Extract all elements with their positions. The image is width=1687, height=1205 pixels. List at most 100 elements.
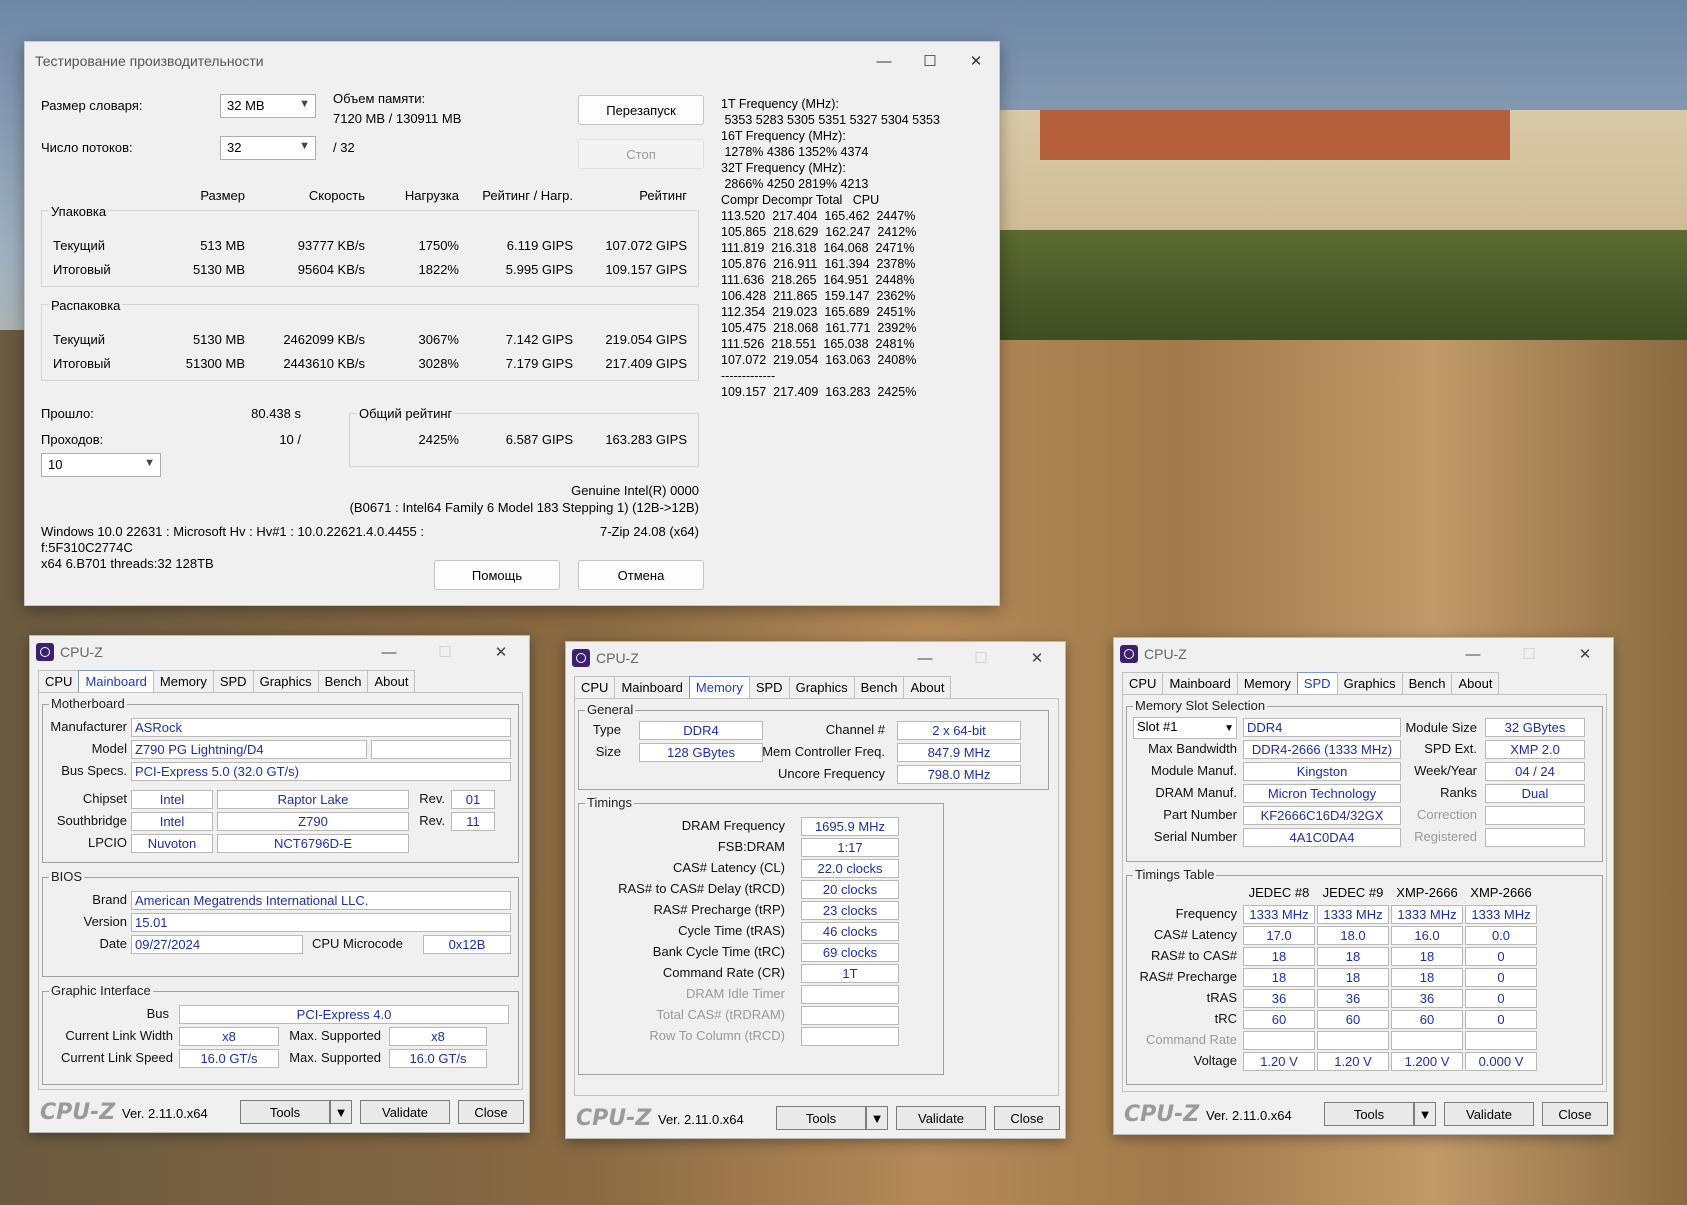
close-button[interactable]: Close [458, 1100, 524, 1124]
close-icon[interactable]: ✕ [953, 42, 999, 80]
tab-memory[interactable]: Memory [152, 670, 214, 692]
pack-row-label: Текущий [53, 238, 105, 253]
timing-cell [1465, 1031, 1537, 1050]
timing-row-label: RAS# to CAS# [1151, 948, 1237, 963]
close-button[interactable]: Close [994, 1106, 1060, 1130]
tab-spd[interactable]: SPD [1296, 672, 1338, 694]
timing-label: Bank Cycle Time (tRC) [652, 944, 785, 959]
maximize-icon[interactable]: ☐ [907, 42, 953, 80]
tab-memory[interactable]: Memory [688, 676, 750, 698]
col-header-load: Нагрузка [404, 188, 459, 203]
tab-mainboard[interactable]: Mainboard [614, 676, 690, 698]
close-icon[interactable]: ✕ [1557, 645, 1613, 663]
slot-select[interactable]: Slot #1 ▼ [1133, 717, 1237, 739]
minimize-icon[interactable]: — [1445, 646, 1501, 663]
close-icon[interactable]: ✕ [1009, 649, 1065, 667]
stop-button[interactable]: Стоп [578, 139, 704, 169]
maximize-icon[interactable]: ☐ [953, 649, 1009, 667]
timing-cell: 60 [1243, 1010, 1315, 1029]
threads-value: 32 [227, 140, 242, 155]
elapsed-value: 80.438 s [251, 406, 301, 421]
timing-label: FSB:DRAM [717, 839, 785, 854]
unpack-row-label: Текущий [53, 332, 105, 347]
tab-about[interactable]: About [903, 676, 952, 698]
tools-button[interactable]: Tools [776, 1106, 866, 1130]
group-title: Timings Table [1133, 867, 1217, 882]
tab-graphics[interactable]: Graphics [1336, 672, 1403, 694]
validate-button[interactable]: Validate [896, 1106, 986, 1130]
chevron-down-icon: ▼ [1224, 723, 1234, 734]
maximize-icon[interactable]: ☐ [1501, 645, 1557, 663]
tab-mainboard[interactable]: Mainboard [1162, 672, 1238, 694]
minimize-icon[interactable]: — [361, 644, 417, 661]
tab-cpu[interactable]: CPU [574, 676, 616, 698]
minimize-icon[interactable]: — [861, 42, 907, 80]
col-header-size: Размер [200, 188, 245, 203]
tab-bench[interactable]: Bench [1401, 672, 1453, 694]
timing-cell: 36 [1391, 989, 1463, 1008]
pack-row-rating: 109.157 GIPS [605, 262, 687, 277]
timing-cell: 0 [1465, 968, 1537, 987]
timing-column-header: XMP-2666 [1396, 885, 1458, 900]
tab-bench[interactable]: Bench [853, 676, 905, 698]
passes-label: Проходов: [41, 432, 104, 447]
help-button[interactable]: Помощь [434, 560, 560, 590]
unpack-row-speed: 2462099 KB/s [283, 332, 365, 347]
tab-mainboard[interactable]: Mainboard [78, 670, 154, 692]
unpack-row-speed: 2443610 KB/s [283, 356, 365, 371]
part-number-value: KF2666C16D4/32GX [1243, 806, 1401, 825]
bios-version-label: Version [83, 914, 127, 929]
tools-button[interactable]: Tools [1324, 1102, 1414, 1126]
tab-memory[interactable]: Memory [1236, 672, 1298, 694]
max-bandwidth-value: DDR4-2666 (1333 MHz) [1243, 740, 1401, 759]
tab-bar: CPU Mainboard Memory SPD Graphics Bench About [1122, 672, 1500, 694]
tab-spd[interactable]: SPD [212, 670, 254, 692]
part-number-label: Part Number [1163, 807, 1237, 822]
passes-select[interactable]: 10 ▼ [41, 453, 161, 477]
minimize-icon[interactable]: — [897, 650, 953, 667]
tab-bench[interactable]: Bench [317, 670, 369, 692]
restart-button[interactable]: Перезапуск [578, 95, 704, 125]
cpuz-spd-window: CPU-Z — ☐ ✕ CPU Mainboard Memory SPD Graphics Be… [1113, 637, 1614, 1135]
log-line: 111.636 218.265 164.951 2448% [721, 273, 915, 287]
timing-cell: 60 [1391, 1010, 1463, 1029]
close-button[interactable]: Close [1542, 1102, 1608, 1126]
current-link-speed-value: 16.0 GT/s [179, 1049, 279, 1068]
timing-label: DRAM Idle Timer [686, 986, 785, 1001]
tools-dropdown-icon[interactable]: ▼ [330, 1100, 352, 1124]
tab-cpu[interactable]: CPU [1122, 672, 1164, 694]
tab-about[interactable]: About [367, 670, 416, 692]
registered-value [1485, 828, 1585, 847]
tab-graphics[interactable]: Graphics [788, 676, 855, 698]
log-line: 111.819 216.318 164.068 2471% [721, 241, 915, 255]
tab-about[interactable]: About [1451, 672, 1500, 694]
total-rating: 163.283 GIPS [605, 432, 687, 447]
tab-spd[interactable]: SPD [748, 676, 790, 698]
timing-value: 23 clocks [801, 901, 899, 920]
tools-button[interactable]: Tools [240, 1100, 330, 1124]
validate-button[interactable]: Validate [360, 1100, 450, 1124]
threads-select[interactable]: 32 ▼ [220, 136, 316, 160]
chevron-down-icon: ▼ [299, 140, 310, 152]
cpuz-app-icon [36, 643, 54, 661]
tools-dropdown-icon[interactable]: ▼ [1414, 1102, 1436, 1126]
bottom-bar: CPU-Z Ver. 2.11.0.x64 Tools ▼ Validate C… [566, 1098, 1065, 1138]
timing-label: Cycle Time (tRAS) [678, 923, 785, 938]
dict-size-select[interactable]: 32 MB ▼ [220, 94, 316, 118]
bios-version-value: 15.01 [131, 913, 511, 932]
chipset-rev: 01 [451, 790, 495, 809]
tools-dropdown-icon[interactable]: ▼ [866, 1106, 888, 1130]
validate-button[interactable]: Validate [1444, 1102, 1534, 1126]
tab-cpu[interactable]: CPU [38, 670, 80, 692]
title-bar: Тестирование производительности — ☐ ✕ [25, 42, 999, 80]
cancel-button[interactable]: Отмена [578, 560, 704, 590]
log-line: 111.526 218.551 165.038 2481% [721, 337, 915, 351]
tab-graphics[interactable]: Graphics [252, 670, 319, 692]
cpu-microcode-value: 0x12B [423, 935, 511, 954]
bios-date-value: 09/27/2024 [131, 935, 303, 954]
close-icon[interactable]: ✕ [473, 643, 529, 661]
wallpaper-trees [1000, 230, 1687, 340]
maximize-icon[interactable]: ☐ [417, 643, 473, 661]
unpack-row-rating: 219.054 GIPS [605, 332, 687, 347]
timing-value: 22.0 clocks [801, 859, 899, 878]
